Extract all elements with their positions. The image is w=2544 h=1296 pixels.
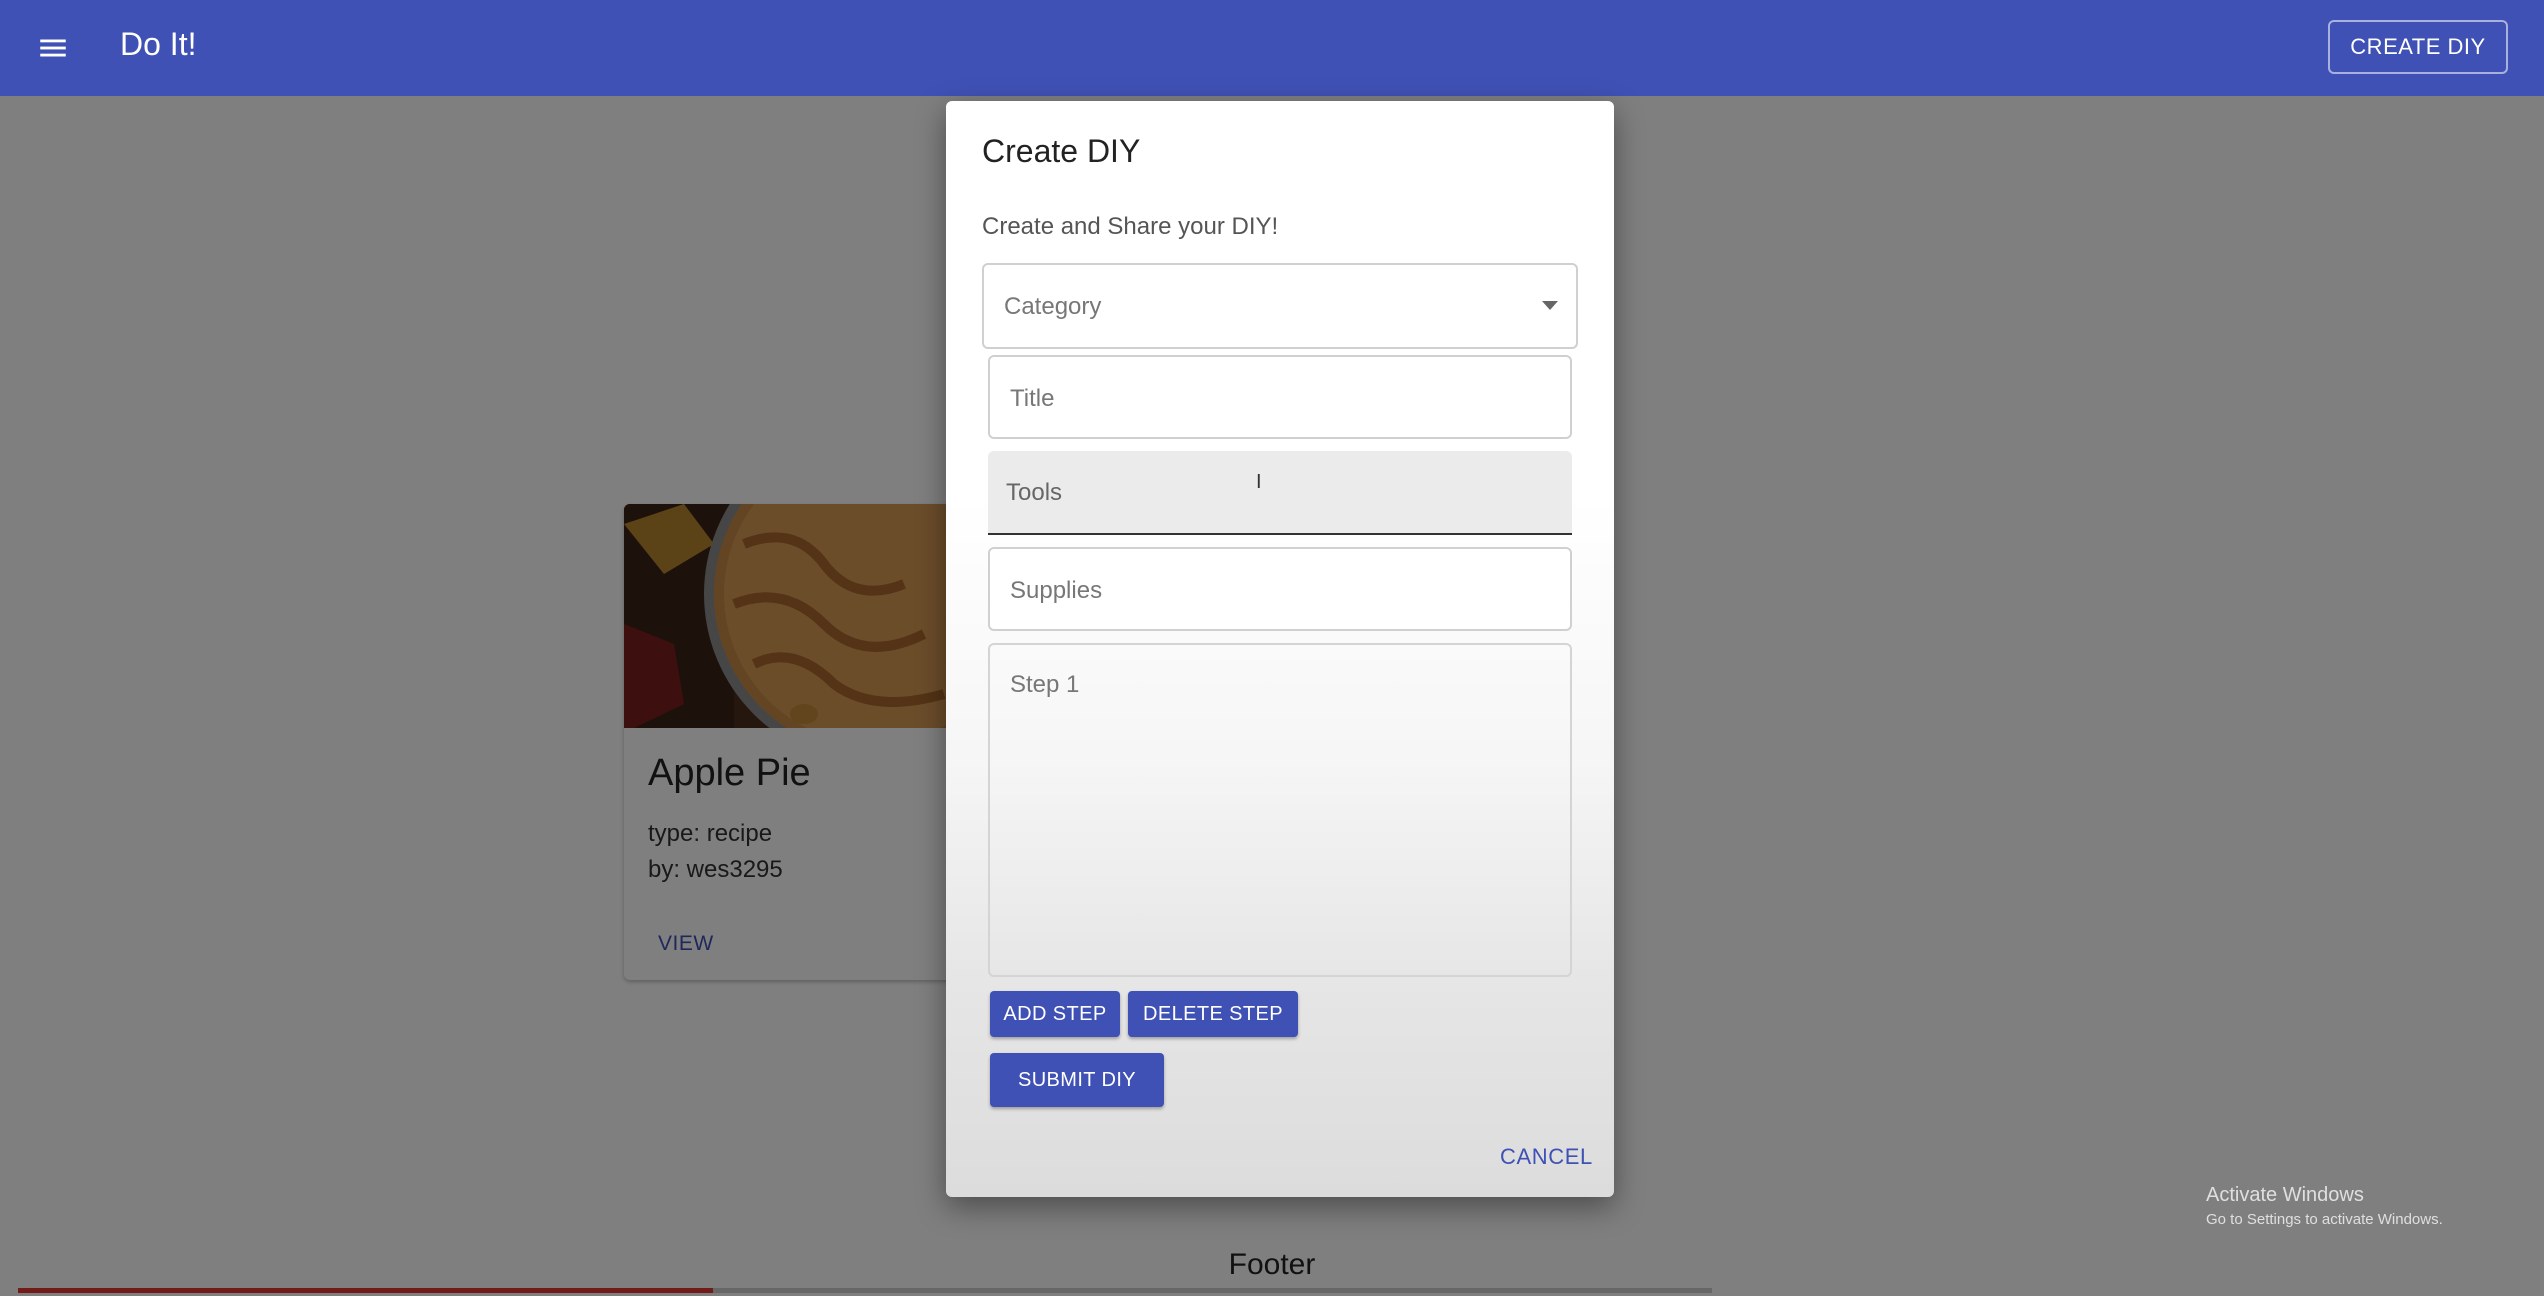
step-1-textarea[interactable]: Step 1 bbox=[988, 643, 1572, 977]
tools-placeholder: Tools bbox=[1006, 479, 1063, 506]
title-input[interactable]: Title bbox=[988, 355, 1572, 439]
dropdown-arrow-icon bbox=[1542, 301, 1558, 310]
supplies-placeholder: Supplies bbox=[1010, 577, 1103, 604]
submit-diy-button[interactable]: SUBMIT DIY bbox=[990, 1053, 1164, 1107]
app-bar: Do It! CREATE DIY bbox=[0, 0, 2544, 96]
step-1-placeholder: Step 1 bbox=[1010, 671, 1080, 698]
delete-step-button[interactable]: DELETE STEP bbox=[1128, 991, 1298, 1037]
create-diy-dialog: Create DIY Create and Share your DIY! Ca… bbox=[946, 101, 1614, 1197]
cancel-button[interactable]: CANCEL bbox=[1500, 1144, 1593, 1170]
dialog-subtitle: Create and Share your DIY! bbox=[982, 213, 1279, 240]
app-title: Do It! bbox=[120, 26, 197, 62]
watermark-subtitle: Go to Settings to activate Windows. bbox=[2206, 1211, 2443, 1228]
watermark-title: Activate Windows bbox=[2206, 1184, 2364, 1206]
create-diy-button[interactable]: CREATE DIY bbox=[2328, 20, 2508, 74]
supplies-input[interactable]: Supplies bbox=[988, 547, 1572, 631]
category-select[interactable]: Category bbox=[982, 263, 1578, 349]
add-step-button[interactable]: ADD STEP bbox=[990, 991, 1120, 1037]
windows-watermark: Activate Windows Go to Settings to activ… bbox=[2206, 1184, 2443, 1228]
dialog-title: Create DIY bbox=[982, 133, 1141, 169]
tools-input[interactable]: Tools I bbox=[988, 451, 1572, 535]
title-placeholder: Title bbox=[1010, 385, 1055, 412]
text-cursor-icon: I bbox=[1256, 471, 1262, 493]
category-placeholder: Category bbox=[1004, 293, 1102, 320]
hamburger-menu-icon bbox=[40, 39, 66, 57]
menu-button[interactable] bbox=[24, 20, 82, 76]
